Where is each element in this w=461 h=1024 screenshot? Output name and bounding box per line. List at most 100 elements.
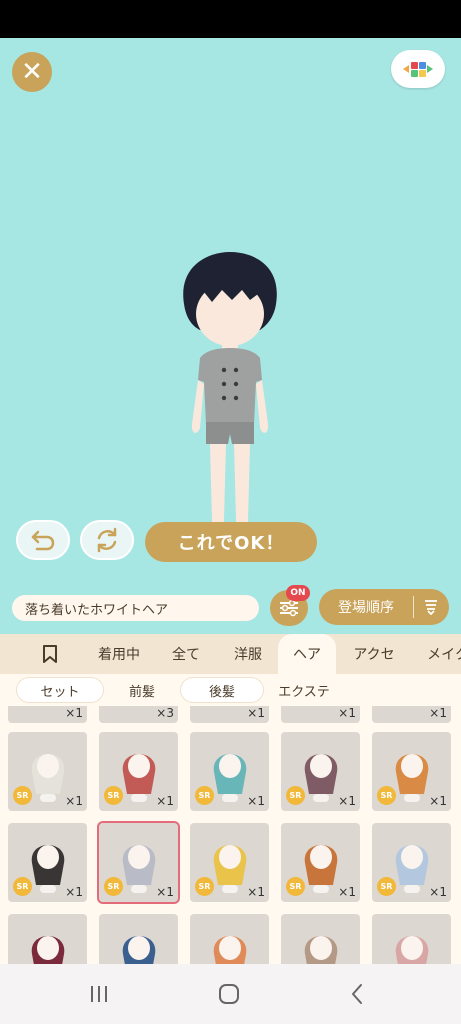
palette-button[interactable] — [391, 50, 445, 88]
hair-preview — [31, 754, 65, 802]
sort-button[interactable]: 登場順序 — [319, 589, 449, 625]
system-nav-bar — [0, 964, 461, 1024]
hair-item[interactable] — [190, 914, 269, 964]
hair-item[interactable]: ×3 — [99, 706, 178, 723]
hair-item[interactable]: SR ×1 — [281, 823, 360, 902]
hair-item[interactable]: SR ×1 — [99, 732, 178, 811]
hair-preview — [304, 754, 338, 802]
hair-preview — [304, 936, 338, 964]
bookmark-icon — [43, 645, 57, 663]
item-count: ×1 — [338, 885, 356, 899]
item-count: ×1 — [247, 885, 265, 899]
hair-preview — [122, 845, 156, 893]
subtab-back-hair[interactable]: 後髪 — [180, 677, 264, 703]
avatar-character — [183, 252, 277, 528]
tab-all[interactable]: 全て — [160, 634, 212, 674]
item-count: ×1 — [429, 885, 447, 899]
item-count: ×1 — [65, 885, 83, 899]
hair-preview — [122, 754, 156, 802]
hair-item[interactable]: SR ×1 — [8, 823, 87, 902]
hair-item-grid: ×1 ×3 ×1 ×1 ×1 SR ×1 SR ×1 SR ×1 SR ×1 S… — [0, 706, 461, 964]
item-count: ×1 — [247, 706, 265, 720]
hair-item[interactable]: SR ×1 — [190, 823, 269, 902]
item-count: ×1 — [429, 794, 447, 808]
filter-on-badge: ON — [286, 585, 310, 601]
item-count: ×1 — [65, 794, 83, 808]
hair-item[interactable]: SR ×1 — [372, 732, 451, 811]
hair-preview — [31, 845, 65, 893]
tab-hair[interactable]: ヘア — [278, 634, 336, 674]
item-count: ×1 — [429, 706, 447, 720]
back-icon — [352, 984, 362, 1004]
hair-item[interactable] — [8, 914, 87, 964]
hair-item[interactable]: ×1 — [8, 706, 87, 723]
rarity-badge: SR — [286, 786, 305, 805]
item-count: ×3 — [156, 706, 174, 720]
hair-item-selected[interactable]: SR ×1 — [97, 821, 180, 904]
preview-stage: ✕ これでOK！ — [0, 38, 461, 580]
hair-preview — [304, 845, 338, 893]
subtab-set[interactable]: セット — [16, 677, 104, 703]
back-button[interactable] — [342, 982, 372, 1006]
status-bar — [0, 0, 461, 38]
hair-item[interactable] — [372, 914, 451, 964]
rarity-badge: SR — [104, 786, 123, 805]
subtab-bangs[interactable]: 前髪 — [108, 677, 176, 703]
rarity-badge: SR — [377, 786, 396, 805]
rarity-badge: SR — [195, 877, 214, 896]
item-count: ×1 — [65, 706, 83, 720]
sort-label: 登場順序 — [338, 600, 394, 616]
subtab-extensions[interactable]: エクステ — [268, 677, 340, 703]
tab-accessories[interactable]: アクセ — [344, 634, 404, 674]
hair-preview — [395, 754, 429, 802]
item-count: ×1 — [338, 794, 356, 808]
close-button[interactable]: ✕ — [12, 52, 52, 92]
rarity-badge: SR — [195, 786, 214, 805]
hair-item[interactable]: SR ×1 — [190, 732, 269, 811]
rotate-button[interactable] — [80, 520, 134, 560]
item-count: ×1 — [156, 885, 174, 899]
hair-item[interactable]: ×1 — [372, 706, 451, 723]
item-count: ×1 — [156, 794, 174, 808]
tab-makeup[interactable]: メイク — [418, 634, 461, 674]
undo-icon — [31, 530, 55, 551]
tab-bookmark[interactable] — [26, 634, 74, 674]
home-button[interactable] — [214, 982, 244, 1006]
hair-subtabs: セット 前髪 後髪 エクステ — [0, 674, 461, 706]
recent-apps-icon — [91, 986, 107, 1002]
rarity-badge: SR — [377, 877, 396, 896]
rarity-badge: SR — [13, 877, 32, 896]
hair-preview — [213, 754, 247, 802]
outfit-name-label: 落ち着いたホワイトヘア — [12, 595, 259, 621]
hair-item[interactable] — [281, 914, 360, 964]
hair-item[interactable]: SR ×1 — [8, 732, 87, 811]
hair-item[interactable]: SR ×1 — [372, 823, 451, 902]
tab-clothes[interactable]: 洋服 — [222, 634, 274, 674]
hair-item[interactable]: SR ×1 — [281, 732, 360, 811]
rotate-icon — [97, 527, 117, 553]
item-count: ×1 — [247, 794, 265, 808]
close-icon: ✕ — [21, 57, 43, 87]
hair-preview — [213, 845, 247, 893]
hair-item[interactable] — [99, 914, 178, 964]
hair-item[interactable]: ×1 — [190, 706, 269, 723]
palette-icon — [403, 62, 433, 77]
hair-preview — [31, 936, 65, 964]
hair-preview — [395, 936, 429, 964]
undo-button[interactable] — [16, 520, 70, 560]
sliders-icon — [280, 599, 298, 617]
sort-order-icon[interactable] — [414, 599, 448, 615]
hair-preview — [395, 845, 429, 893]
info-bar: 落ち着いたホワイトヘア ON 登場順序 — [0, 580, 461, 634]
hair-preview — [122, 936, 156, 964]
tab-wearing[interactable]: 着用中 — [90, 634, 148, 674]
category-tabs: 着用中 全て 洋服 ヘア アクセ メイク — [0, 634, 461, 674]
recent-apps-button[interactable] — [84, 982, 114, 1006]
confirm-ok-button[interactable]: これでOK！ — [145, 522, 317, 562]
hair-item[interactable]: ×1 — [281, 706, 360, 723]
home-icon — [219, 984, 239, 1004]
hair-preview — [213, 936, 247, 964]
rarity-badge: SR — [286, 877, 305, 896]
rarity-badge: SR — [13, 786, 32, 805]
rarity-badge: SR — [104, 877, 123, 896]
